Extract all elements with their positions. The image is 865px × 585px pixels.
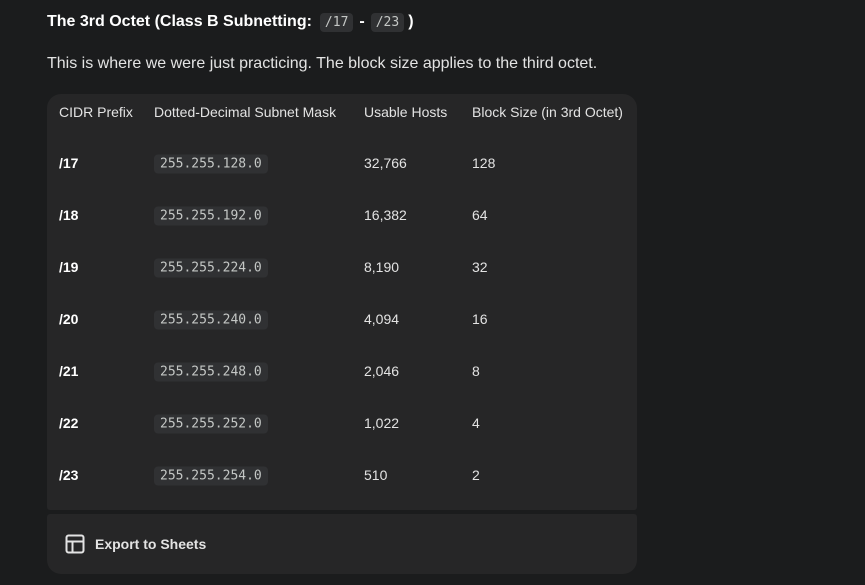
header-cidr-prefix: CIDR Prefix bbox=[59, 104, 133, 120]
block-size-cell: 16 bbox=[472, 311, 488, 327]
cidr-prefix-cell: /18 bbox=[59, 207, 79, 223]
header-usable-hosts: Usable Hosts bbox=[364, 104, 448, 120]
subnet-mask-cell: 255.255.252.0 bbox=[154, 414, 268, 434]
block-size-cell: 8 bbox=[472, 363, 480, 379]
heading-separator: - bbox=[359, 13, 365, 30]
cidr-prefix-cell: /17 bbox=[59, 155, 79, 171]
usable-hosts-cell: 1,022 bbox=[364, 415, 400, 431]
table-row: /20 255.255.240.0 4,094 16 bbox=[47, 293, 637, 345]
table-row: /18 255.255.192.0 16,382 64 bbox=[47, 189, 637, 241]
block-size-cell: 128 bbox=[472, 155, 496, 171]
table-grid-icon bbox=[65, 534, 85, 554]
intro-paragraph: This is where we were just practicing. T… bbox=[47, 55, 598, 72]
subnet-mask-code: 255.255.128.0 bbox=[154, 154, 268, 174]
heading-close-paren: ) bbox=[408, 13, 414, 30]
usable-hosts-cell: 510 bbox=[364, 467, 388, 483]
usable-hosts-cell: 2,046 bbox=[364, 363, 400, 379]
usable-hosts-cell: 4,094 bbox=[364, 311, 400, 327]
block-size-cell: 64 bbox=[472, 207, 488, 223]
subnet-mask-cell: 255.255.254.0 bbox=[154, 466, 268, 486]
subnet-mask-code: 255.255.192.0 bbox=[154, 206, 268, 226]
subnet-table: CIDR Prefix Dotted-Decimal Subnet Mask U… bbox=[47, 94, 637, 510]
table-row: /17 255.255.128.0 32,766 128 bbox=[47, 137, 637, 189]
cidr-prefix-cell: /21 bbox=[59, 363, 79, 379]
subnet-mask-cell: 255.255.240.0 bbox=[154, 310, 268, 330]
subnet-mask-cell: 255.255.248.0 bbox=[154, 362, 268, 382]
subnet-mask-cell: 255.255.128.0 bbox=[154, 154, 268, 174]
header-block-size: Block Size (in 3rd Octet) bbox=[472, 104, 623, 120]
heading-text: The 3rd Octet (Class B Subnetting: bbox=[47, 13, 312, 30]
cidr-prefix-cell: /22 bbox=[59, 415, 79, 431]
table-row: /22 255.255.252.0 1,022 4 bbox=[47, 397, 637, 449]
usable-hosts-cell: 8,190 bbox=[364, 259, 400, 275]
cidr-prefix-cell: /23 bbox=[59, 467, 79, 483]
cidr-prefix-cell: /19 bbox=[59, 259, 79, 275]
heading-code-end: /23 bbox=[370, 12, 405, 32]
export-to-sheets-button[interactable]: Export to Sheets bbox=[65, 532, 206, 556]
subnet-mask-code: 255.255.252.0 bbox=[154, 414, 268, 434]
export-bar: Export to Sheets bbox=[47, 514, 637, 574]
block-size-cell: 32 bbox=[472, 259, 488, 275]
heading-code-start: /17 bbox=[319, 12, 354, 32]
table-row: /21 255.255.248.0 2,046 8 bbox=[47, 345, 637, 397]
usable-hosts-cell: 32,766 bbox=[364, 155, 407, 171]
block-size-cell: 4 bbox=[472, 415, 480, 431]
export-label: Export to Sheets bbox=[95, 536, 207, 552]
header-subnet-mask: Dotted-Decimal Subnet Mask bbox=[154, 104, 337, 120]
subnet-mask-code: 255.255.240.0 bbox=[154, 310, 268, 330]
section-heading: The 3rd Octet (Class B Subnetting: /17 -… bbox=[47, 10, 414, 34]
subnet-mask-code: 255.255.254.0 bbox=[154, 466, 268, 486]
cidr-prefix-cell: /20 bbox=[59, 311, 79, 327]
usable-hosts-cell: 16,382 bbox=[364, 207, 407, 223]
block-size-cell: 2 bbox=[472, 467, 480, 483]
subnet-mask-cell: 255.255.192.0 bbox=[154, 206, 268, 226]
subnet-mask-cell: 255.255.224.0 bbox=[154, 258, 268, 278]
table-row: /23 255.255.254.0 510 2 bbox=[47, 449, 637, 501]
table-header-row: CIDR Prefix Dotted-Decimal Subnet Mask U… bbox=[47, 94, 637, 130]
table-row: /19 255.255.224.0 8,190 32 bbox=[47, 241, 637, 293]
subnet-mask-code: 255.255.248.0 bbox=[154, 362, 268, 382]
subnet-mask-code: 255.255.224.0 bbox=[154, 258, 268, 278]
